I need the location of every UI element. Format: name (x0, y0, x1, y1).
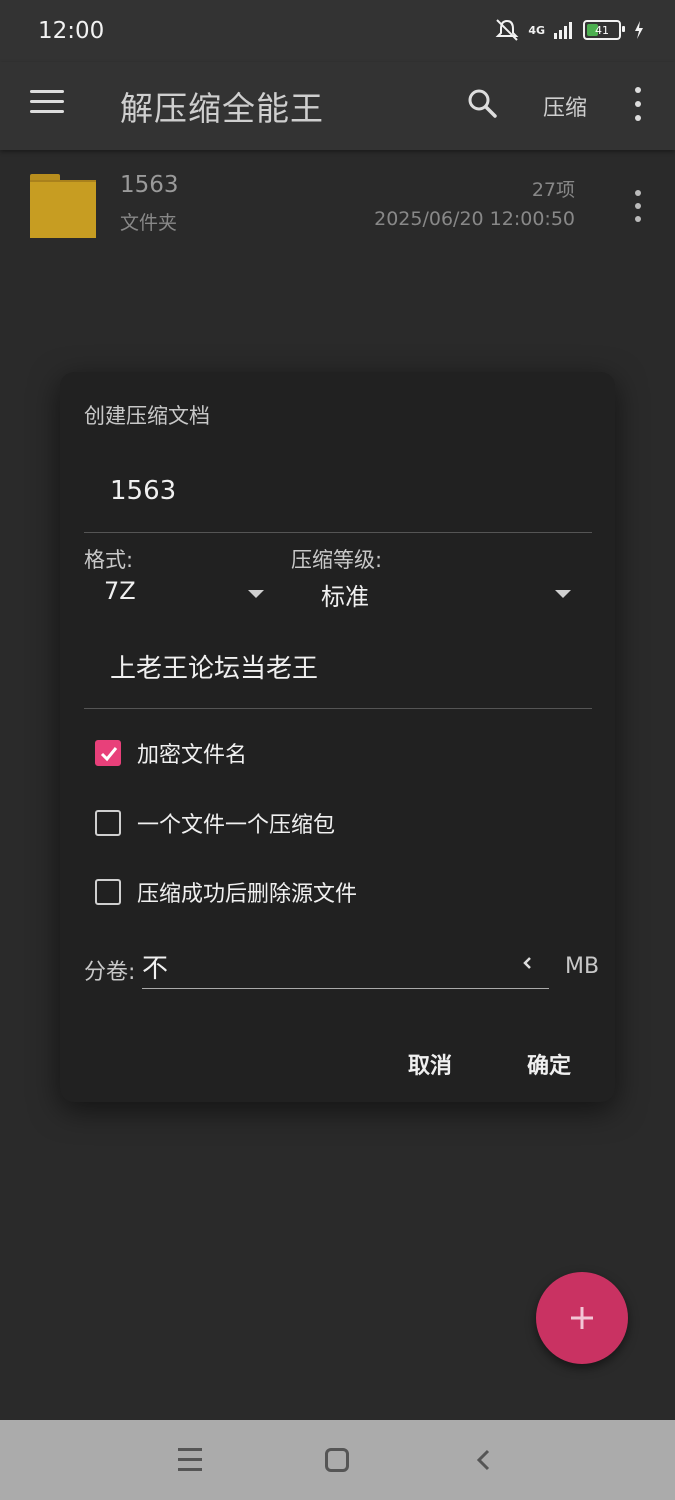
home-icon[interactable] (325, 1448, 349, 1472)
search-icon[interactable] (466, 87, 498, 119)
archive-name-input[interactable]: 1563 (84, 462, 592, 533)
checkbox-unchecked-icon[interactable] (95, 879, 121, 905)
cancel-button[interactable]: 取消 (408, 1048, 452, 1080)
encrypt-filenames-option[interactable]: 加密文件名 (95, 736, 247, 770)
recent-apps-icon[interactable] (178, 1448, 202, 1471)
battery-level: 41 (595, 23, 609, 37)
file-name: 1563 (120, 172, 179, 198)
split-volume-input[interactable]: 不 (142, 942, 549, 989)
status-icons: 4G 41 (494, 18, 645, 42)
folder-icon (30, 174, 96, 238)
item-more-icon[interactable] (630, 190, 646, 222)
compression-level-dropdown[interactable]: 标准 (291, 577, 571, 611)
checkbox-label: 一个文件一个压缩包 (137, 813, 336, 838)
split-label: 分卷: (84, 960, 136, 985)
mute-bell-icon (495, 19, 519, 41)
file-count: 27项 (531, 179, 575, 201)
level-label: 压缩等级: (291, 548, 383, 572)
confirm-button[interactable]: 确定 (527, 1048, 571, 1080)
dropdown-arrow-icon (555, 590, 571, 598)
level-value: 标准 (321, 583, 369, 611)
password-input[interactable]: 上老王论坛当老王 (84, 634, 592, 709)
list-item[interactable]: 1563 文件夹 27项 2025/06/20 12:00:50 (0, 150, 675, 250)
format-value: 7Z (104, 577, 136, 605)
network-label: 4G (528, 23, 545, 37)
app-title: 解压缩全能王 (120, 89, 324, 128)
dialog-title: 创建压缩文档 (84, 404, 210, 428)
format-dropdown[interactable]: 7Z (84, 577, 264, 611)
more-options-icon[interactable] (630, 87, 646, 121)
format-label: 格式: (84, 548, 134, 572)
back-icon[interactable] (474, 1448, 494, 1472)
file-date: 2025/06/20 12:00:50 (374, 208, 575, 230)
delete-source-option[interactable]: 压缩成功后删除源文件 (95, 875, 357, 909)
compress-button[interactable]: 压缩 (543, 90, 587, 122)
checkbox-label: 加密文件名 (137, 743, 248, 768)
charging-icon (635, 21, 643, 39)
status-bar: 12:00 4G 41 (0, 0, 675, 62)
checkbox-label: 压缩成功后删除源文件 (137, 882, 358, 907)
plus-icon (571, 1307, 593, 1329)
menu-icon[interactable] (30, 90, 64, 118)
split-unit: MB (565, 954, 600, 979)
create-archive-dialog: 创建压缩文档 1563 格式: 压缩等级: 7Z 标准 上老王论坛当老王 加密文… (60, 372, 615, 1102)
file-type: 文件夹 (120, 212, 178, 234)
battery-icon: 41 (583, 20, 625, 40)
password-value: 上老王论坛当老王 (110, 654, 319, 684)
app-bar: 解压缩全能王 压缩 (0, 62, 675, 150)
add-fab-button[interactable] (536, 1272, 628, 1364)
signal-icon (554, 22, 572, 39)
checkbox-checked-icon[interactable] (95, 740, 121, 766)
dropdown-arrow-icon (248, 590, 264, 598)
checkbox-unchecked-icon[interactable] (95, 810, 121, 836)
archive-name-value: 1563 (110, 476, 177, 506)
one-archive-per-file-option[interactable]: 一个文件一个压缩包 (95, 806, 335, 840)
split-value: 不 (142, 954, 169, 984)
system-nav-bar (0, 1420, 675, 1500)
status-time: 12:00 (38, 18, 105, 44)
chevron-left-icon[interactable] (521, 956, 535, 970)
